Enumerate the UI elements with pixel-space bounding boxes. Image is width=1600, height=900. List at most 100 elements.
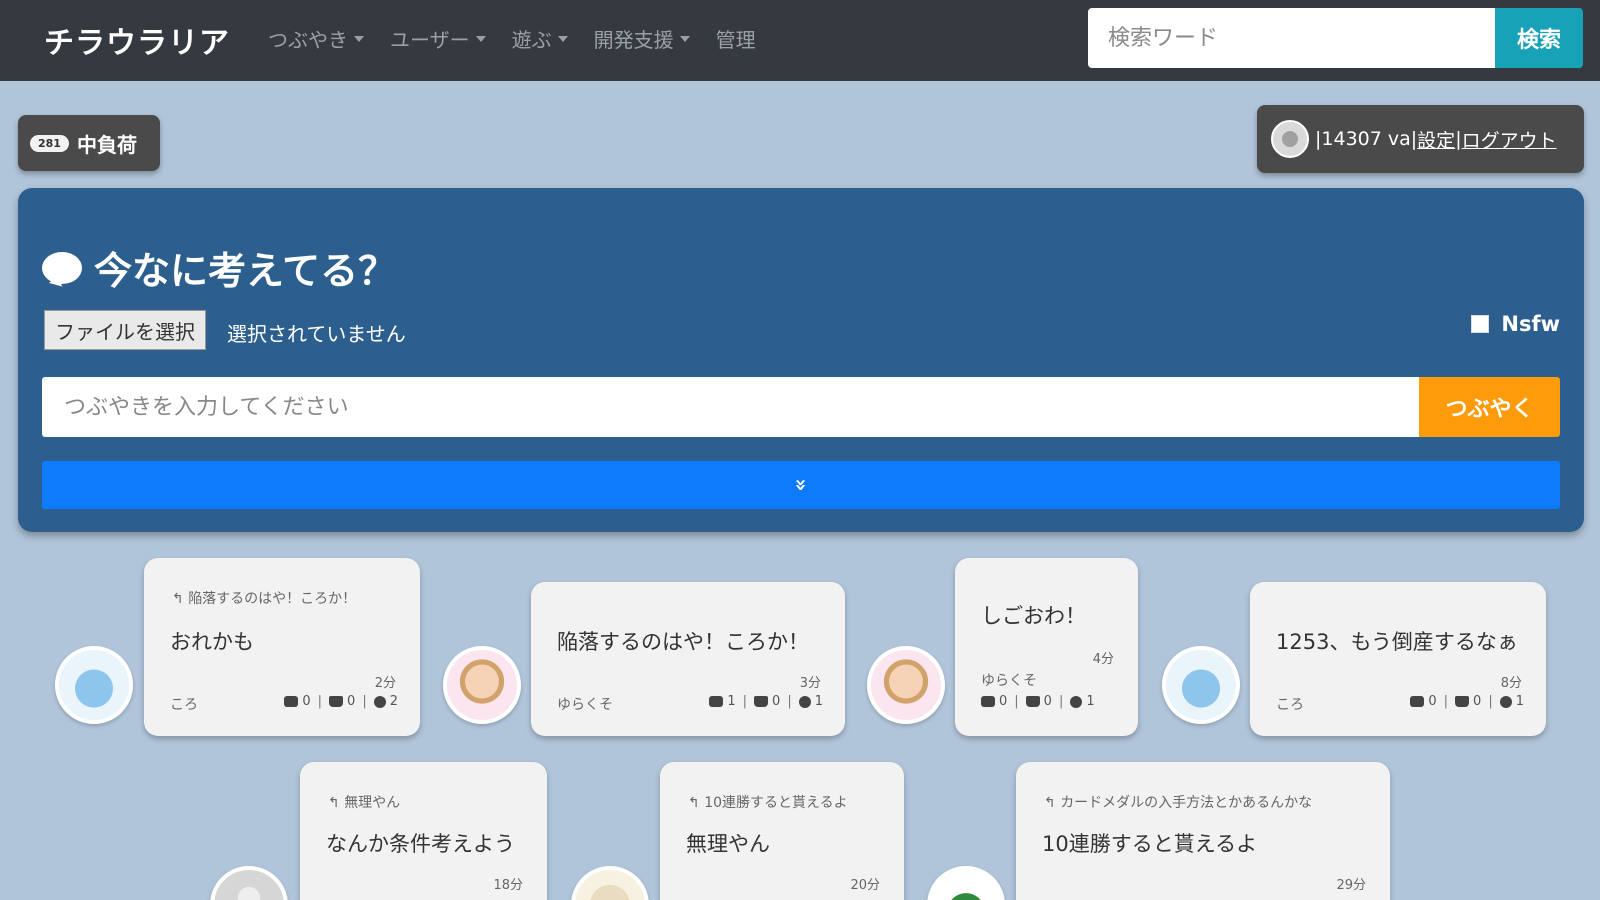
- nav-item-play[interactable]: 遊ぶ: [512, 24, 568, 53]
- nav-item-label: 開発支援: [593, 28, 674, 52]
- comment-count: 1: [727, 694, 736, 709]
- like-icon[interactable]: [754, 696, 769, 707]
- post-time: 18分: [493, 878, 523, 893]
- reply-to-text: 陥落するのはや！ころか！: [188, 591, 357, 607]
- top-navbar: チラウラリア つぶやき ユーザー 遊ぶ 開発支援 管理 検索: [0, 0, 1600, 81]
- nsfw-label: Nsfw: [1501, 312, 1560, 336]
- post-time: 3分: [799, 676, 821, 691]
- avatar[interactable]: [210, 866, 288, 900]
- reply-to-text: 無理やん: [344, 795, 401, 811]
- avatar[interactable]: [443, 646, 521, 724]
- post-text: なんか条件考えよう: [326, 832, 515, 856]
- caret-down-icon: [679, 35, 690, 42]
- post-card[interactable]: ↰ カードメダルの入手方法とかあるんかな 10連勝すると貰えるよ 29分: [1016, 762, 1390, 900]
- post-text: おれかも: [170, 630, 254, 654]
- user-avatar-icon[interactable]: [1271, 120, 1309, 158]
- post-author[interactable]: ころ: [1276, 694, 1304, 714]
- load-count: 281: [30, 134, 69, 152]
- like-count: 0: [347, 694, 356, 709]
- post-time: 2分: [374, 676, 396, 691]
- post-card[interactable]: ↰ 10連勝すると貰えるよ 無理やん 20分: [660, 762, 904, 900]
- post-author[interactable]: ゆらくそ: [981, 670, 1037, 690]
- comment-icon[interactable]: [709, 696, 724, 707]
- post-stats: 0 | 0 | 2: [284, 694, 398, 709]
- post-card[interactable]: 陥落するのはや！ころか！ 3分 ゆらくそ 1 | 0 | 1: [531, 582, 845, 736]
- post-text: 無理やん: [686, 832, 770, 856]
- panel-title: 今なに考えてる？: [42, 240, 396, 295]
- reaction-icon[interactable]: [373, 695, 386, 708]
- post-time: 29分: [1336, 878, 1366, 893]
- post-card[interactable]: ↰ 無理やん なんか条件考えよう 18分: [300, 762, 547, 900]
- reaction-icon[interactable]: [1070, 695, 1083, 708]
- post-author[interactable]: ゆらくそ: [557, 694, 613, 714]
- post-stats: 1 | 0 | 1: [709, 694, 823, 709]
- comment-count: 0: [999, 694, 1008, 709]
- stat-separator: |: [317, 694, 323, 709]
- comment-icon[interactable]: [981, 696, 995, 707]
- nsfw-toggle[interactable]: Nsfw: [1471, 312, 1560, 336]
- file-status: 選択されていません: [227, 322, 406, 346]
- stat-separator: |: [1014, 694, 1019, 709]
- double-chevron-down-icon: »: [788, 478, 813, 492]
- post-card[interactable]: ↰ 陥落するのはや！ころか！ おれかも 2分 ころ 0 | 0 | 2: [144, 558, 420, 736]
- like-icon[interactable]: [329, 696, 344, 707]
- panel-title-text: 今なに考えてる？: [94, 249, 397, 293]
- stat-separator: |: [787, 694, 792, 709]
- post-input[interactable]: [42, 377, 1419, 437]
- avatar[interactable]: [927, 866, 1005, 900]
- expand-options-bar[interactable]: »: [42, 461, 1560, 509]
- reply-to: ↰ 陥落するのはや！ころか！: [172, 591, 357, 607]
- post-compose-panel: 今なに考えてる？ ファイルを選択 選択されていません Nsfw つぶやく »: [18, 188, 1584, 532]
- nav-item-dev-support[interactable]: 開発支援: [594, 24, 690, 53]
- nav-item-label: 管理: [715, 28, 756, 52]
- search-button[interactable]: 検索: [1495, 8, 1583, 68]
- nav-item-label: ユーザー: [390, 28, 470, 52]
- file-select-button[interactable]: ファイルを選択: [44, 310, 206, 350]
- post-author[interactable]: ころ: [170, 694, 198, 714]
- comment-icon: [42, 251, 82, 284]
- reaction-count: 1: [1515, 694, 1524, 709]
- post-stats: 0 | 0 | 1: [1410, 694, 1524, 709]
- caret-down-icon: [475, 35, 486, 42]
- nsfw-checkbox[interactable]: [1471, 315, 1490, 333]
- caret-down-icon: [557, 35, 568, 42]
- like-icon[interactable]: [1455, 696, 1470, 707]
- post-submit-button[interactable]: つぶやく: [1419, 377, 1560, 437]
- like-icon[interactable]: [1025, 696, 1040, 707]
- server-load-badge: 281 中負荷: [18, 115, 160, 171]
- nav-item-admin[interactable]: 管理: [716, 24, 756, 53]
- search-input[interactable]: [1088, 8, 1495, 68]
- like-count: 0: [1043, 694, 1052, 709]
- settings-link[interactable]: 設定: [1417, 126, 1455, 153]
- post-time: 20分: [850, 878, 880, 893]
- comment-icon[interactable]: [1410, 696, 1425, 707]
- reply-to: ↰ 無理やん: [328, 795, 401, 811]
- stat-separator: |: [1058, 694, 1064, 709]
- nav-item-tsubuyaki[interactable]: つぶやき: [268, 24, 364, 53]
- post-time: 4分: [1092, 652, 1114, 667]
- reaction-count: 2: [389, 694, 398, 709]
- post-card[interactable]: しごおわ！ 4分 ゆらくそ 0 | 0 | 1: [955, 558, 1138, 736]
- user-panel: |14307 va| 設定 | ログアウト: [1257, 105, 1584, 173]
- avatar[interactable]: [1162, 646, 1240, 724]
- post-text: 1253、もう倒産するなぁ: [1276, 630, 1518, 654]
- avatar[interactable]: [867, 646, 945, 724]
- post-text: しごおわ！: [981, 604, 1086, 628]
- nav-item-label: 遊ぶ: [511, 28, 552, 52]
- brand-logo[interactable]: チラウラリア: [44, 18, 230, 62]
- caret-down-icon: [354, 35, 364, 42]
- comment-icon[interactable]: [284, 696, 299, 707]
- reply-to-text: カードメダルの入手方法とかあるんかな: [1060, 795, 1313, 811]
- post-text: 陥落するのはや！ころか！: [557, 630, 809, 654]
- reaction-icon[interactable]: [798, 695, 811, 708]
- comment-count: 0: [1428, 694, 1437, 709]
- post-time: 8分: [1500, 676, 1522, 691]
- avatar[interactable]: [571, 866, 649, 900]
- reply-to: ↰ カードメダルの入手方法とかあるんかな: [1044, 795, 1313, 811]
- reaction-icon[interactable]: [1499, 695, 1512, 708]
- post-card[interactable]: 1253、もう倒産するなぁ 8分 ころ 0 | 0 | 1: [1250, 582, 1546, 736]
- avatar[interactable]: [55, 646, 133, 724]
- nav-item-users[interactable]: ユーザー: [390, 24, 486, 53]
- logout-link[interactable]: ログアウト: [1462, 126, 1557, 153]
- load-label: 中負荷: [76, 132, 137, 157]
